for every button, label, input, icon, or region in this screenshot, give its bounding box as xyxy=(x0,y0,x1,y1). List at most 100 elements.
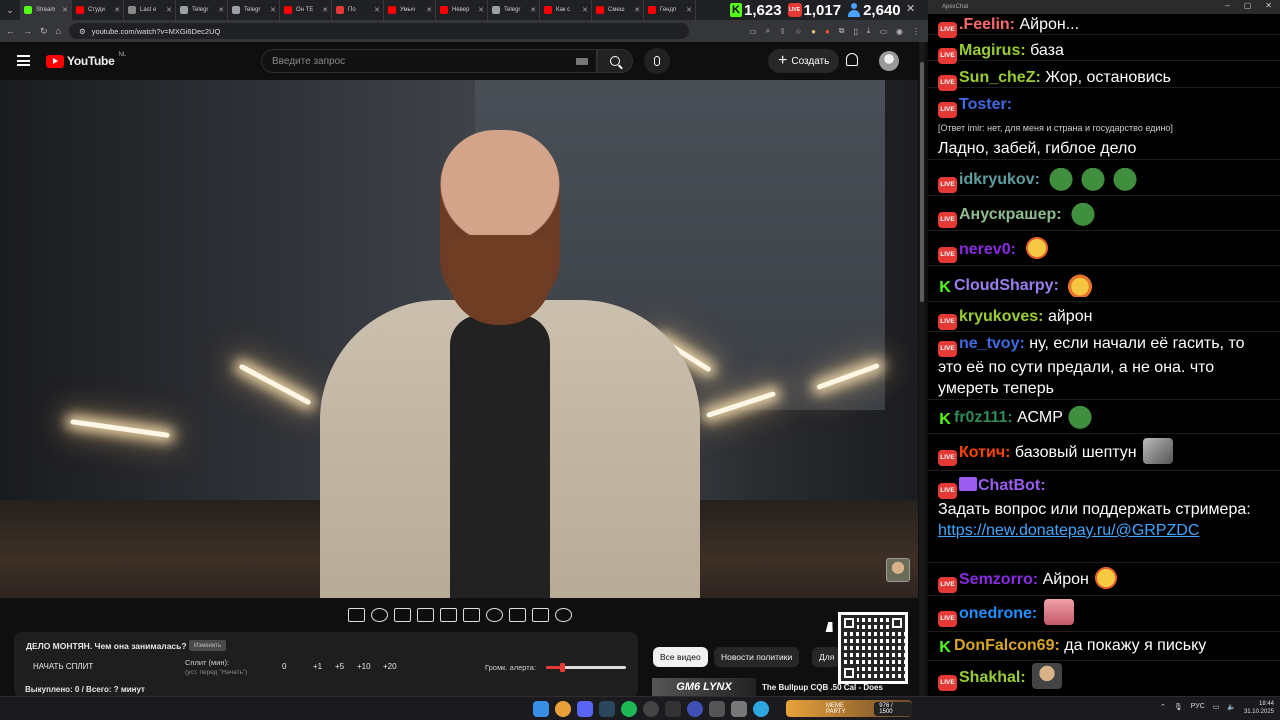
page-scrollbar[interactable] xyxy=(919,42,925,696)
related-video-item[interactable]: GM6 LYNX The Bullpup CQB .50 Cal - Does xyxy=(652,678,912,696)
account-avatar[interactable] xyxy=(879,51,899,71)
chat-username[interactable]: Sun_cheZ: xyxy=(959,69,1041,86)
home-icon[interactable]: ⌂ xyxy=(56,26,61,36)
discord-icon[interactable] xyxy=(577,701,593,717)
minimize-icon[interactable]: – xyxy=(1225,1,1229,10)
tab-close-icon[interactable]: ✕ xyxy=(426,6,432,14)
add-1-button[interactable]: +1 xyxy=(313,662,322,671)
close-icon[interactable]: ✕ xyxy=(1265,1,1272,10)
tab-close-icon[interactable]: ✕ xyxy=(634,6,640,14)
browser-tab[interactable]: Telegr ✕ xyxy=(176,0,228,20)
extension-dot-icon[interactable]: ● xyxy=(811,27,816,36)
split-view-icon[interactable]: ▭ xyxy=(879,27,887,36)
loop-icon[interactable] xyxy=(348,608,365,622)
chat-username[interactable]: DonFalcon69: xyxy=(954,637,1060,654)
voice-search-button[interactable] xyxy=(644,48,670,74)
install-icon[interactable]: ▭ xyxy=(749,27,757,36)
add-20-button[interactable]: +20 xyxy=(383,662,397,671)
chat-username[interactable]: Semzorro: xyxy=(959,571,1038,588)
tab-close-icon[interactable]: ✕ xyxy=(62,6,68,14)
steam-icon[interactable] xyxy=(599,701,615,717)
bookmark-star-icon[interactable]: ☆ xyxy=(795,27,802,36)
browser-tab[interactable]: Как с ✕ xyxy=(540,0,592,20)
browser-tab[interactable]: Невер ✕ xyxy=(436,0,488,20)
start-icon[interactable] xyxy=(533,701,549,717)
tab-close-icon[interactable]: ✕ xyxy=(374,6,380,14)
browser-tab[interactable]: Stream ✕ xyxy=(20,0,72,20)
notifications-bell-icon[interactable] xyxy=(846,53,858,66)
chip-for-you[interactable]: Для xyxy=(812,647,842,667)
browser-tab[interactable]: Смеш ✕ xyxy=(592,0,644,20)
browser-tab[interactable]: Умыч ✕ xyxy=(384,0,436,20)
app-icon[interactable] xyxy=(687,701,703,717)
browser-tab[interactable]: Telegr ✕ xyxy=(228,0,280,20)
tab-close-icon[interactable]: ✕ xyxy=(218,6,224,14)
tab-close-icon[interactable]: ✕ xyxy=(114,6,120,14)
share-icon[interactable]: ⇪ xyxy=(779,27,786,36)
zoom-icon[interactable]: ⌕ xyxy=(766,26,770,36)
tray-chevron-icon[interactable]: ⌃ xyxy=(1160,703,1166,711)
search-button[interactable] xyxy=(597,49,633,73)
browser-menu-icon[interactable]: ⋮ xyxy=(912,27,920,36)
chip-politics-news[interactable]: Новости политики xyxy=(714,647,800,667)
speed-icon[interactable] xyxy=(486,608,503,622)
obs-icon[interactable] xyxy=(643,701,659,717)
tab-close-icon[interactable]: ✕ xyxy=(686,6,692,14)
chat-username[interactable]: CloudSharpy: xyxy=(954,277,1059,294)
maximize-icon[interactable]: ▢ xyxy=(1244,1,1252,10)
chat-username[interactable]: Анускрашер: xyxy=(959,206,1062,223)
youtube-logo[interactable]: YouTube NL xyxy=(46,52,126,68)
app-icon[interactable] xyxy=(665,701,681,717)
filters-icon[interactable] xyxy=(394,608,411,622)
language-indicator[interactable]: РУС xyxy=(1191,703,1205,711)
clock[interactable]: 18:44 31.10.2025 xyxy=(1240,700,1274,716)
url-input[interactable]: ⚙ youtube.com/watch?v=MXGi6Dec2UQ xyxy=(68,23,689,39)
subtitles-icon[interactable] xyxy=(463,608,480,622)
screenshot-icon[interactable] xyxy=(532,608,549,622)
chrome-icon[interactable] xyxy=(555,701,571,717)
back-icon[interactable]: ← xyxy=(6,26,15,36)
tab-close-icon[interactable]: ✕ xyxy=(530,6,536,14)
volume-icon[interactable]: 🔈 xyxy=(1227,703,1236,711)
meme-party-widget[interactable]: MEME PARTY 976 / 1500 xyxy=(786,700,912,717)
clapper-icon[interactable] xyxy=(417,608,434,622)
network-icon[interactable]: ▭ xyxy=(1213,703,1220,711)
chat-username[interactable]: Shakhal: xyxy=(959,669,1026,686)
tab-close-icon[interactable]: ✕ xyxy=(478,6,484,14)
chat-username[interactable]: onedrone: xyxy=(959,605,1037,622)
fit-screen-icon[interactable] xyxy=(440,608,457,622)
picture-in-picture-icon[interactable] xyxy=(509,608,526,622)
telegram-icon[interactable] xyxy=(753,701,769,717)
site-info-icon[interactable]: ⚙ xyxy=(79,27,86,36)
app-icon[interactable] xyxy=(731,701,747,717)
hamburger-menu-icon[interactable] xyxy=(17,55,30,66)
browser-tab[interactable]: По ✕ xyxy=(332,0,384,20)
create-button[interactable]: + Создать xyxy=(768,49,840,73)
chat-username[interactable]: .Feelin: xyxy=(959,16,1015,33)
tab-search-icon[interactable]: ⌄ xyxy=(0,0,20,20)
profile-icon[interactable]: ◉ xyxy=(896,27,903,36)
app-icon[interactable] xyxy=(709,701,725,717)
chat-username[interactable]: nerev0: xyxy=(959,241,1016,258)
chip-all-videos[interactable]: Все видео xyxy=(653,647,708,667)
scrollbar-thumb[interactable] xyxy=(920,62,924,302)
search-input[interactable]: Введите запрос xyxy=(261,49,597,73)
window-close-icon[interactable]: ✕ xyxy=(906,2,915,15)
tab-close-icon[interactable]: ✕ xyxy=(322,6,328,14)
add-5-button[interactable]: +5 xyxy=(335,662,344,671)
donation-link[interactable]: https://new.donatepay.ru/@GRPZDC xyxy=(938,520,1270,541)
reload-icon[interactable]: ↻ xyxy=(40,26,48,37)
chat-username[interactable]: ChatBot: xyxy=(978,477,1046,494)
video-player[interactable] xyxy=(0,80,918,598)
keyboard-icon[interactable] xyxy=(576,58,588,65)
forward-icon[interactable]: → xyxy=(23,26,32,36)
browser-tab[interactable]: Гендп ✕ xyxy=(644,0,696,20)
split-minutes-value[interactable]: 0 xyxy=(282,662,286,671)
chat-username[interactable]: Magirus: xyxy=(959,42,1026,59)
channel-watermark[interactable] xyxy=(886,558,910,582)
tab-close-icon[interactable]: ✕ xyxy=(582,6,588,14)
related-video-title[interactable]: The Bullpup CQB .50 Cal - Does xyxy=(762,683,883,692)
chat-username[interactable]: Котич: xyxy=(959,444,1010,461)
related-video-thumbnail[interactable]: GM6 LYNX xyxy=(652,678,756,696)
extension-icon[interactable]: ● xyxy=(825,27,830,36)
